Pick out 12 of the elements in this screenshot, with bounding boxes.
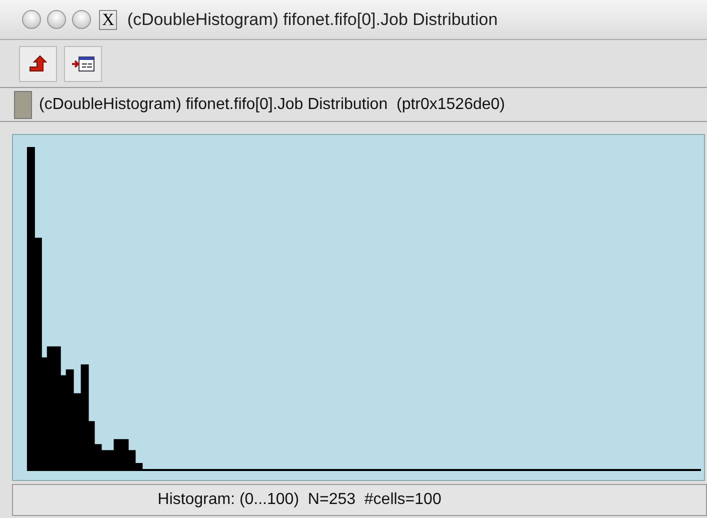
inspect-button[interactable] xyxy=(64,46,102,82)
parent-button[interactable] xyxy=(19,46,57,82)
window-button[interactable] xyxy=(22,10,41,29)
object-label: (cDoubleHistogram) fifonet.fifo[0].Job Distribution (ptr0x1526de0) xyxy=(39,96,505,114)
window-arrow-icon xyxy=(71,54,95,72)
color-swatch xyxy=(14,90,32,118)
window-title: (cDoubleHistogram) fifonet.fifo[0].Job Distribution xyxy=(127,10,498,30)
arrow-up-icon xyxy=(28,54,48,74)
window-button[interactable] xyxy=(47,10,66,29)
window-button[interactable] xyxy=(72,10,91,29)
status-text: Histogram: (0...100) N=253 #cells=100 xyxy=(158,491,442,509)
x-window-icon: X xyxy=(99,10,118,30)
